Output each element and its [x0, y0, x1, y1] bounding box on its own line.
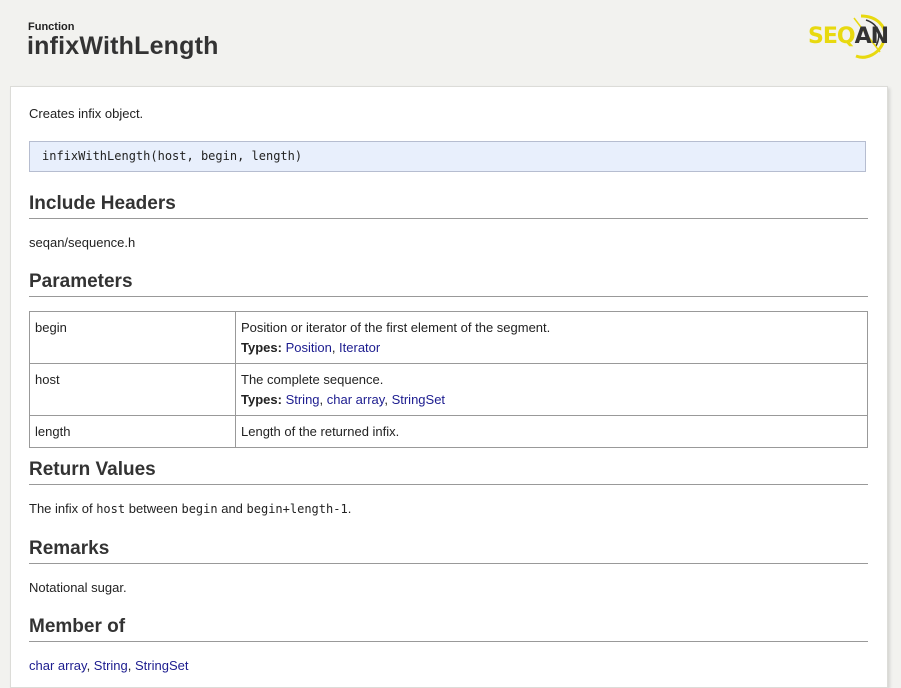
member-of-links: char array, String, StringSet	[29, 658, 189, 673]
table-row: begin Position or iterator of the first …	[29, 311, 868, 364]
member-link-string[interactable]: String	[94, 658, 128, 673]
param-name: length	[29, 415, 236, 448]
parameters-heading: Parameters	[29, 271, 868, 297]
summary-text: Creates infix object.	[29, 106, 144, 121]
param-name: begin	[29, 311, 236, 364]
logo-text: SEQAN	[808, 24, 889, 49]
param-description-cell: Length of the returned infix.	[235, 415, 868, 448]
return-code-begin: begin	[181, 502, 218, 516]
return-text-part: .	[347, 501, 352, 516]
return-text-part: The infix of	[29, 501, 97, 516]
include-header-path: seqan/sequence.h	[29, 235, 136, 250]
signature-box: infixWithLength(host, begin, length)	[29, 141, 866, 172]
param-description: Length of the returned infix.	[241, 424, 400, 439]
type-link-stringset[interactable]: StringSet	[392, 392, 445, 407]
remarks-text: Notational sugar.	[29, 580, 127, 595]
seqan-logo[interactable]: SEQAN	[806, 12, 889, 60]
param-name: host	[29, 363, 236, 416]
logo-text-an: AN	[854, 24, 889, 49]
param-description-cell: The complete sequence. Types: String, ch…	[235, 363, 868, 416]
return-text-part: and	[217, 501, 247, 516]
return-values-heading: Return Values	[29, 459, 868, 485]
content-panel: Creates infix object. infixWithLength(ho…	[10, 86, 888, 688]
type-link-iterator[interactable]: Iterator	[339, 340, 380, 355]
types-label: Types:	[241, 392, 282, 407]
param-description-cell: Position or iterator of the first elemen…	[235, 311, 868, 364]
param-types: Types: String, char array, StringSet	[241, 392, 446, 407]
param-description: The complete sequence.	[241, 372, 384, 387]
types-label: Types:	[241, 340, 282, 355]
type-link-char-array[interactable]: char array	[327, 392, 385, 407]
member-link-stringset[interactable]: StringSet	[135, 658, 188, 673]
remarks-heading: Remarks	[29, 538, 868, 564]
return-values-text: The infix of host between begin and begi…	[29, 501, 868, 516]
type-link-position[interactable]: Position	[286, 340, 332, 355]
param-description: Position or iterator of the first elemen…	[241, 320, 551, 335]
parameters-table: begin Position or iterator of the first …	[29, 311, 868, 448]
type-link-string[interactable]: String	[286, 392, 320, 407]
param-types: Types: Position, Iterator	[241, 340, 381, 355]
page-header: Function infixWithLength SEQAN	[0, 0, 901, 88]
return-text-part: between	[125, 501, 182, 516]
return-code-expression: begin+length-1	[246, 502, 348, 516]
logo-text-seq: SEQ	[808, 24, 856, 49]
member-link-char-array[interactable]: char array	[29, 658, 87, 673]
return-code-host: host	[96, 502, 126, 516]
member-of-heading: Member of	[29, 616, 868, 642]
include-headers-heading: Include Headers	[29, 193, 868, 219]
page-title: infixWithLength	[27, 32, 219, 60]
table-row: host The complete sequence. Types: Strin…	[29, 363, 868, 416]
table-row: length Length of the returned infix.	[29, 415, 868, 448]
